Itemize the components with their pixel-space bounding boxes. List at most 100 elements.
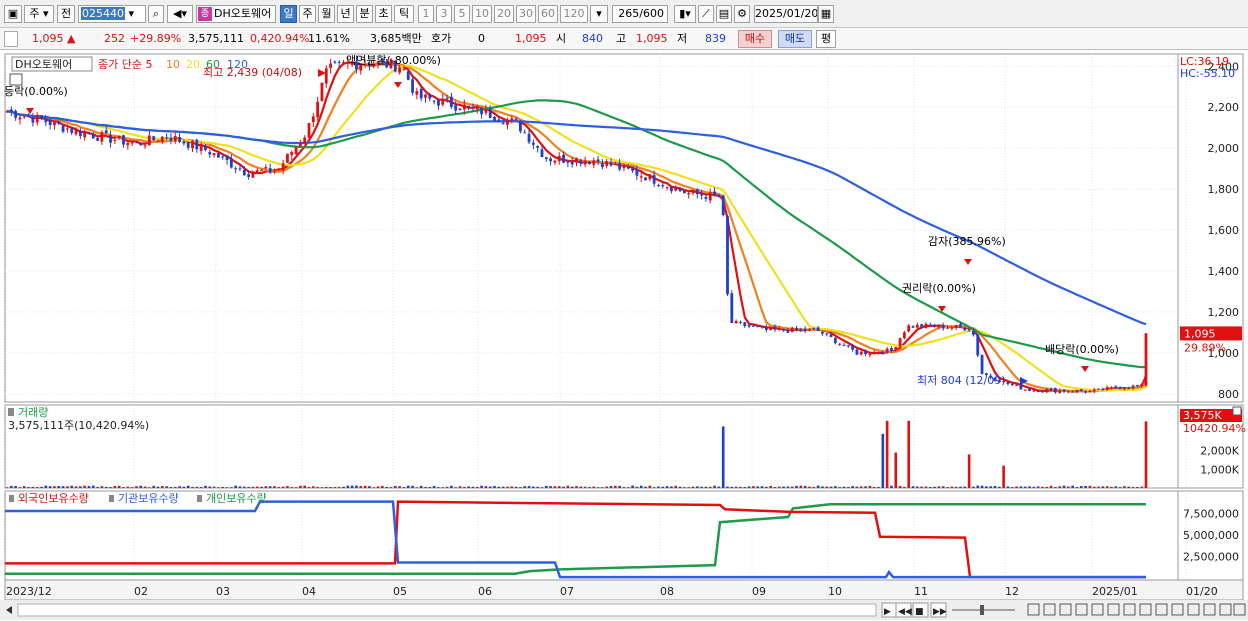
candle-body xyxy=(954,325,958,328)
period-week-button[interactable]: 주 xyxy=(299,5,316,23)
candle-body xyxy=(661,185,665,187)
volume-bar xyxy=(247,486,250,488)
candle-body xyxy=(549,158,553,162)
volume-bar xyxy=(372,487,376,488)
volume-bar xyxy=(665,486,669,488)
candle-body xyxy=(173,135,177,142)
volume-bar xyxy=(687,487,690,488)
quote-checkbox[interactable] xyxy=(4,31,18,47)
volume-current-rate: 10420.94% xyxy=(1183,422,1246,435)
candle-body xyxy=(307,122,311,138)
candle-body xyxy=(1131,385,1135,389)
volume-bar xyxy=(954,486,958,488)
holding-legend-icon xyxy=(9,495,14,502)
period-year-button[interactable]: 년 xyxy=(337,5,354,23)
display-count-input[interactable]: 265/600 xyxy=(612,5,668,23)
stock-name-field[interactable]: 종 DH오토웨어 xyxy=(196,5,276,23)
prev-button[interactable]: 전 xyxy=(57,5,75,23)
x-tick-label: 2023/12 xyxy=(6,585,52,598)
volume-bar xyxy=(1097,486,1100,488)
volume-bar xyxy=(583,486,587,488)
candle-body xyxy=(687,193,691,195)
open-price: 840 xyxy=(582,32,603,45)
candle-body xyxy=(281,163,285,171)
period-second-button[interactable]: 초 xyxy=(375,5,392,23)
interval-1-button[interactable]: 1 xyxy=(418,5,434,23)
candle-body xyxy=(631,168,634,171)
volume-bar xyxy=(497,486,501,488)
candle-body xyxy=(829,334,833,338)
date-input[interactable]: 2025/01/20 xyxy=(754,5,818,23)
sell-button[interactable]: 매도 xyxy=(778,30,812,48)
save-icon[interactable]: ▤ xyxy=(716,5,732,23)
annotation-label: 배당락(0.00%) xyxy=(1045,343,1119,356)
candle-body xyxy=(152,136,156,141)
volume-bar xyxy=(838,487,841,488)
candle-body xyxy=(471,106,475,108)
volume-bar xyxy=(1028,486,1031,488)
high-price: 1,095 xyxy=(636,32,668,45)
candle-body xyxy=(618,163,622,170)
gear-icon[interactable]: ⚙ xyxy=(734,5,750,23)
x-tick-label: 08 xyxy=(660,585,674,598)
panel-close-icon[interactable] xyxy=(1232,406,1242,416)
chart-menu-icon[interactable]: ▣ xyxy=(4,5,22,23)
candle-body xyxy=(66,128,69,130)
stock-chart[interactable]: 2,4002,2002,0001,8001,6001,4001,2001,000… xyxy=(0,50,1248,621)
interval-5-button[interactable]: 5 xyxy=(454,5,470,23)
x-tick-label: 2025/01 xyxy=(1092,585,1138,598)
volume-bar xyxy=(726,486,729,488)
volume-bar xyxy=(316,486,319,488)
interval-dropdown[interactable]: ▾ xyxy=(590,5,608,23)
interval-60-button[interactable]: 60 xyxy=(538,5,558,23)
period-day-button[interactable]: 일 xyxy=(280,5,297,23)
volume-bar xyxy=(972,486,975,488)
candle-body xyxy=(419,88,423,99)
candle-body xyxy=(286,153,289,163)
period-minute-button[interactable]: 분 xyxy=(356,5,373,23)
interval-30-button[interactable]: 30 xyxy=(516,5,536,23)
line-tool-icon[interactable]: ⟋ xyxy=(698,5,714,23)
market-select[interactable]: 주 ▾ xyxy=(24,5,54,23)
grid-toggle-icon[interactable] xyxy=(9,73,23,86)
volume-bar xyxy=(1110,486,1113,488)
current-price-value: 1,095 xyxy=(32,32,64,45)
candle-body xyxy=(1140,384,1144,387)
candle-body xyxy=(1101,388,1105,391)
interval-120-button[interactable]: 120 xyxy=(560,5,588,23)
volume-bar xyxy=(204,485,207,488)
interval-3-button[interactable]: 3 xyxy=(436,5,452,23)
stock-code-input[interactable]: 025440 ▾ xyxy=(78,5,146,23)
interval-20-button[interactable]: 20 xyxy=(494,5,514,23)
legend-stock-name: DH오토웨어 xyxy=(15,58,72,71)
calendar-icon[interactable]: ▦ xyxy=(818,5,834,23)
x-tick-label: 12 xyxy=(1005,585,1019,598)
sound-icon[interactable]: ◀▾ xyxy=(167,5,193,23)
horizontal-scrollbar[interactable] xyxy=(17,603,877,617)
price-change-rate: +29.89% xyxy=(130,32,182,45)
annotation-label: 액면분할(-80.00%) xyxy=(346,54,441,67)
stock-type-badge: 종 xyxy=(198,7,212,21)
volume-bar xyxy=(851,486,854,488)
candle-body xyxy=(1045,389,1049,393)
candle-body xyxy=(497,119,501,122)
volume-bar xyxy=(10,485,13,488)
search-icon[interactable]: ⌕ xyxy=(148,5,164,23)
x-axis-bar xyxy=(4,579,1244,601)
candle-body xyxy=(708,192,712,201)
buy-button[interactable]: 매수 xyxy=(738,30,772,48)
period-tick-button[interactable]: 틱 xyxy=(394,5,414,23)
volume-bar xyxy=(812,486,816,488)
candle-body xyxy=(44,119,48,123)
candle-body xyxy=(147,135,151,146)
volume-bar xyxy=(601,487,604,488)
candle-body xyxy=(674,187,678,191)
volume-bar xyxy=(1114,486,1118,488)
period-month-button[interactable]: 월 xyxy=(318,5,335,23)
zoom-slider-handle[interactable] xyxy=(980,605,984,615)
candle-body xyxy=(536,146,540,148)
interval-10-button[interactable]: 10 xyxy=(472,5,492,23)
eval-button[interactable]: 평 xyxy=(816,30,836,48)
candle-type-icon[interactable]: ▮▾ xyxy=(674,5,696,23)
price-tick-label: 800 xyxy=(1218,388,1239,401)
